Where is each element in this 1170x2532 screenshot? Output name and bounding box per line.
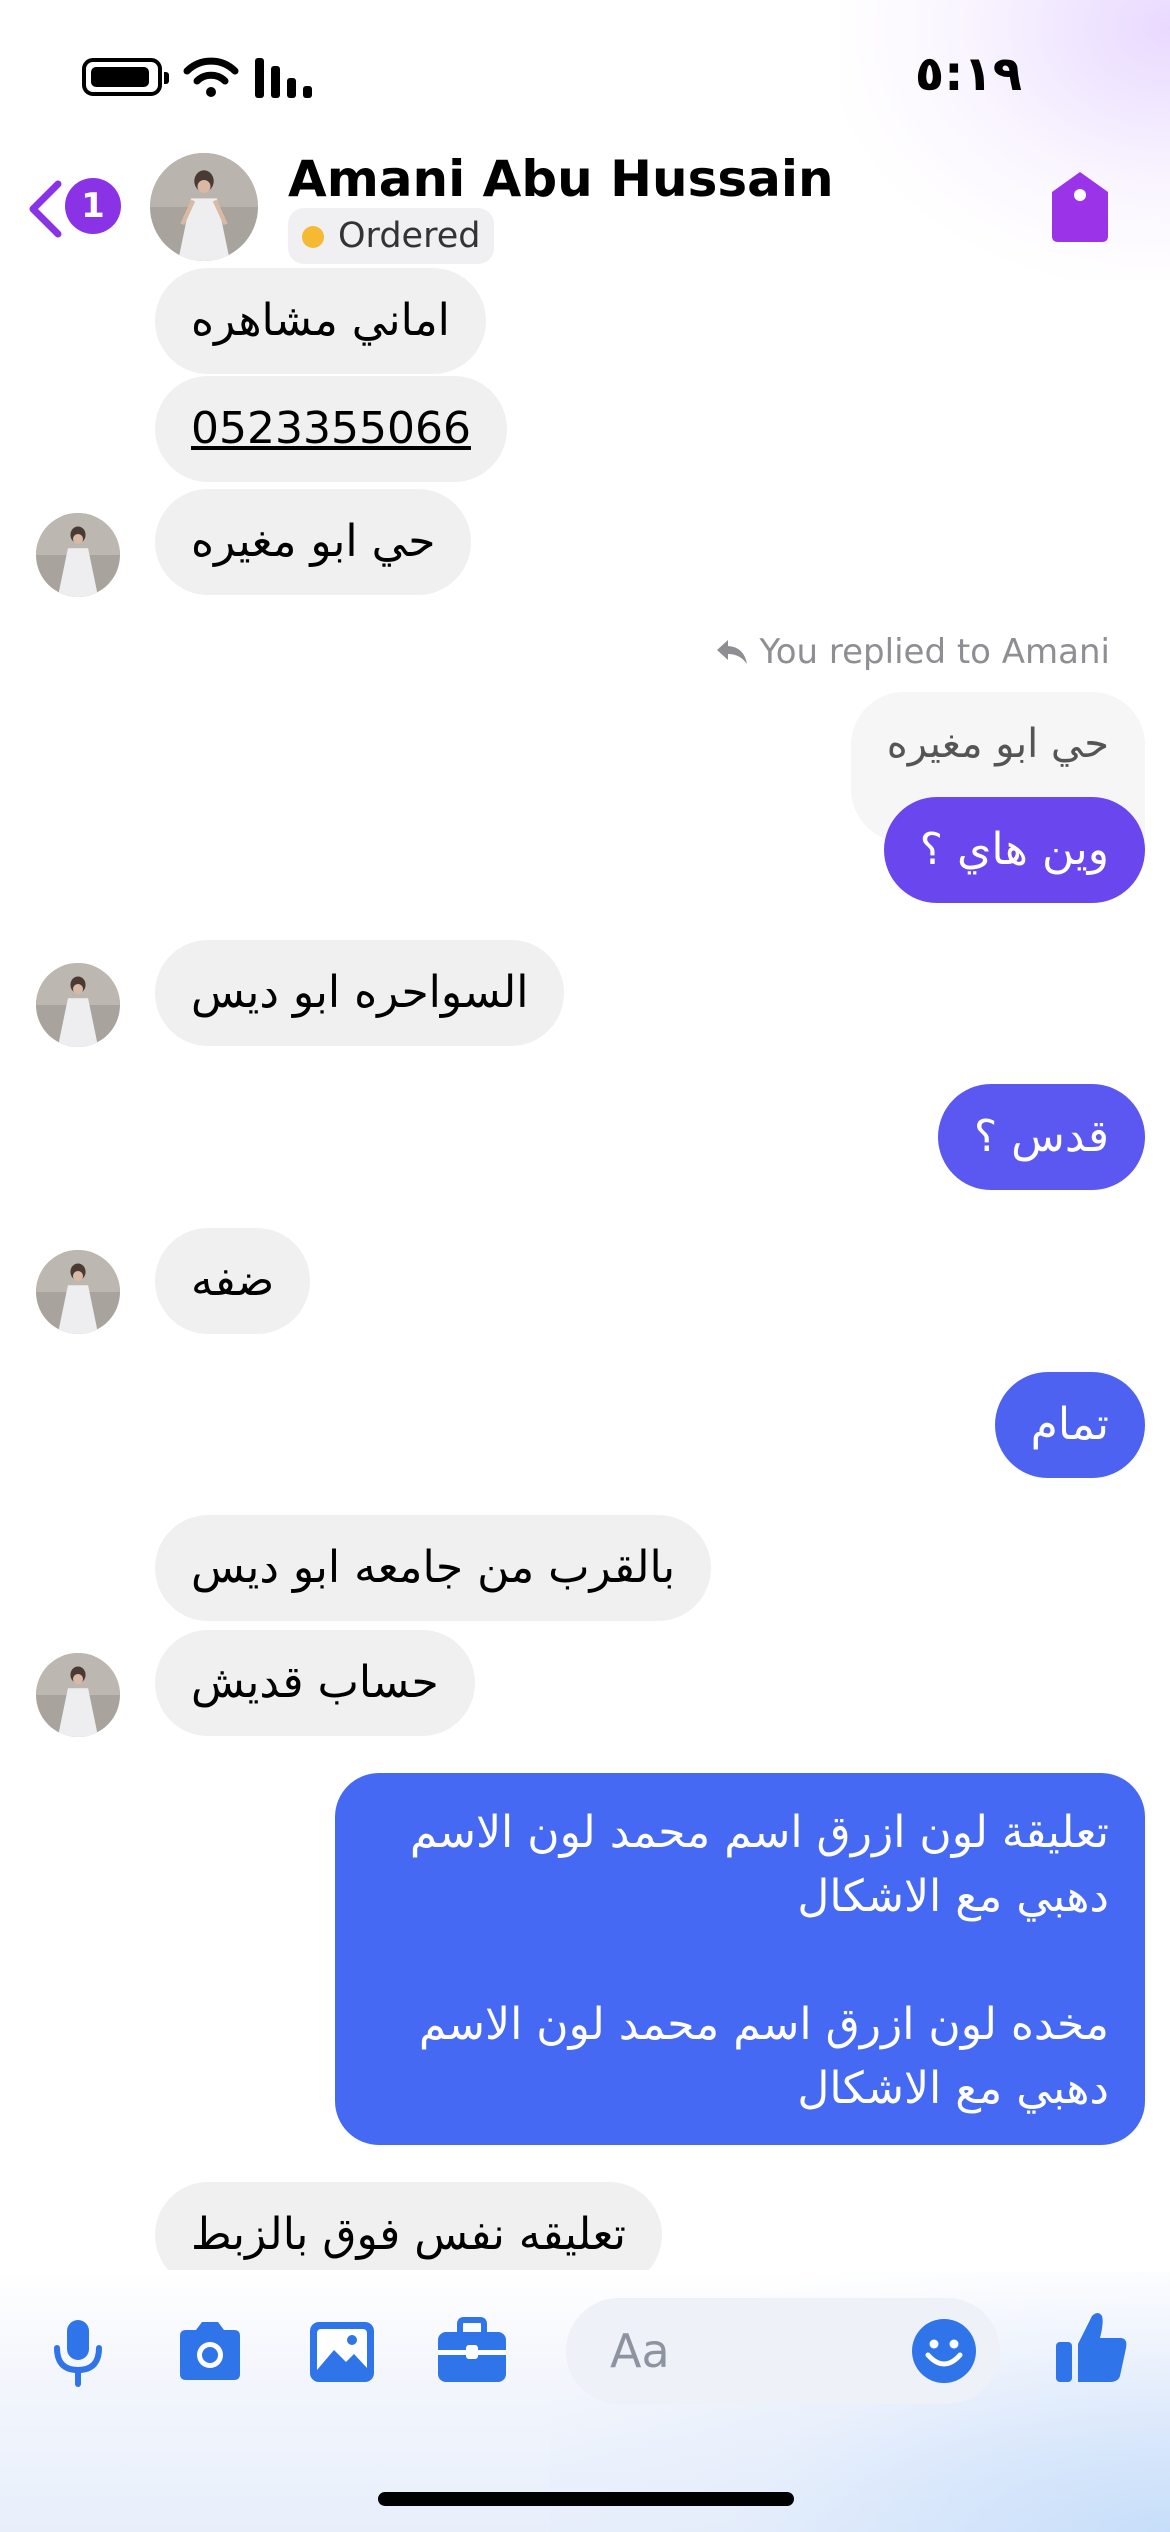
message-line: مخده لون ازرق اسم محمد لون الاسم bbox=[418, 1999, 1109, 2050]
outgoing-message[interactable]: تمام bbox=[994, 1372, 1145, 1478]
incoming-message[interactable]: السواحره ابو ديس bbox=[155, 940, 565, 1046]
contact-label-pill[interactable]: Ordered bbox=[288, 208, 495, 264]
reply-context-note: You replied to Amani bbox=[716, 632, 1111, 672]
message-line: دهبي مع الاشكال bbox=[797, 1871, 1109, 1922]
contact-label-text: Ordered bbox=[338, 216, 481, 256]
sender-avatar[interactable] bbox=[36, 1653, 120, 1737]
incoming-message[interactable]: حساب قديش bbox=[155, 1630, 475, 1736]
cellular-signal-icon bbox=[255, 58, 312, 98]
label-status-dot bbox=[302, 226, 324, 248]
microphone-icon[interactable] bbox=[40, 2314, 116, 2390]
status-bar: ٥:١٩ bbox=[0, 0, 1170, 150]
unread-count-badge[interactable]: 1 bbox=[65, 178, 121, 234]
emoji-icon[interactable] bbox=[910, 2317, 978, 2385]
outgoing-message[interactable]: وين هاي ؟ bbox=[883, 797, 1145, 903]
reply-context-text: You replied to Amani bbox=[759, 632, 1111, 672]
message-input-placeholder: Aa bbox=[610, 2324, 670, 2378]
wifi-icon bbox=[183, 57, 239, 97]
gallery-icon[interactable] bbox=[304, 2314, 380, 2390]
reply-arrow-icon bbox=[716, 640, 747, 664]
sender-avatar[interactable] bbox=[36, 513, 120, 597]
back-chevron-icon[interactable] bbox=[25, 178, 65, 240]
incoming-message[interactable]: حي ابو مغيره bbox=[155, 489, 472, 595]
camera-icon[interactable] bbox=[172, 2314, 248, 2390]
sender-avatar[interactable] bbox=[36, 963, 120, 1047]
briefcase-icon[interactable] bbox=[434, 2314, 510, 2390]
outgoing-message-multiline[interactable]: تعليقة لون ازرق اسم محمد لون الاسم دهبي … bbox=[335, 1773, 1145, 2145]
home-indicator bbox=[378, 2492, 794, 2506]
message-line: تعليقة لون ازرق اسم محمد لون الاسم bbox=[409, 1807, 1109, 1858]
message-line-gap bbox=[371, 1929, 1109, 1993]
incoming-message[interactable]: اماني مشاهره bbox=[155, 268, 486, 374]
thumbs-up-icon[interactable] bbox=[1052, 2308, 1132, 2388]
incoming-message-phone-link[interactable]: 0523355066 bbox=[155, 376, 507, 482]
status-time: ٥:١٩ bbox=[914, 46, 1022, 102]
incoming-message[interactable]: ضفه bbox=[155, 1228, 311, 1334]
battery-icon bbox=[82, 58, 169, 96]
incoming-message[interactable]: بالقرب من جامعه ابو ديس bbox=[155, 1515, 712, 1621]
outgoing-message[interactable]: قدس ؟ bbox=[937, 1084, 1145, 1190]
tag-icon[interactable] bbox=[1050, 170, 1110, 244]
sender-avatar[interactable] bbox=[36, 1250, 120, 1334]
contact-avatar[interactable] bbox=[150, 153, 258, 261]
message-line: دهبي مع الاشكال bbox=[797, 2063, 1109, 2114]
conversation-header: 1 Amani Abu Hussain Ordered bbox=[0, 150, 1170, 270]
message-input[interactable]: Aa bbox=[566, 2298, 1000, 2404]
contact-name[interactable]: Amani Abu Hussain bbox=[288, 150, 834, 208]
